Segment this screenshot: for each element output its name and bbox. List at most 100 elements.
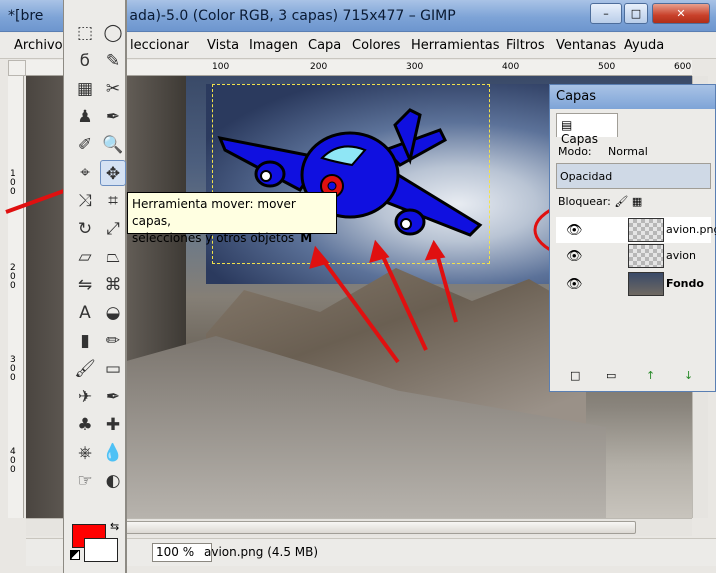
paintbrush-icon[interactable]: 🖌 bbox=[72, 356, 98, 382]
layer-thumbnail bbox=[628, 244, 664, 268]
magnify-icon[interactable]: 🔍 bbox=[100, 132, 126, 158]
menu-filtros[interactable]: Filtros bbox=[506, 38, 545, 53]
hruler-tick: 600 bbox=[674, 62, 692, 72]
opacity-slider[interactable]: Opacidad bbox=[556, 163, 711, 189]
layers-dialog: Capas ▤ Capas Modo: Normal Opacidad Bloq… bbox=[549, 84, 716, 392]
scroll-thumb[interactable] bbox=[116, 521, 636, 534]
background-color-swatch[interactable] bbox=[84, 538, 118, 562]
layer-thumbnail bbox=[628, 218, 664, 242]
layers-dialog-title: Capas bbox=[550, 85, 715, 109]
perspective-clone-icon[interactable]: ⎈ bbox=[72, 440, 98, 466]
tooltip-line-1: Herramienta mover: mover capas, bbox=[132, 197, 296, 228]
menu-vista[interactable]: Vista bbox=[207, 38, 239, 53]
cage-icon[interactable]: ⌘ bbox=[100, 272, 126, 298]
menu-capa[interactable]: Capa bbox=[308, 38, 341, 53]
measure-icon[interactable]: ⌖ bbox=[72, 160, 98, 186]
lock-label: Bloquear: bbox=[558, 195, 611, 208]
menu-archivo[interactable]: Archivo bbox=[14, 38, 63, 53]
vruler-tick: 200 bbox=[10, 263, 16, 291]
free-select-icon[interactable]: ϭ bbox=[72, 48, 98, 74]
hruler-tick: 200 bbox=[310, 62, 328, 72]
heal-icon[interactable]: ✚ bbox=[100, 412, 126, 438]
ruler-corner[interactable] bbox=[8, 60, 26, 76]
smudge-icon[interactable]: ☞ bbox=[72, 468, 98, 494]
hruler-tick: 500 bbox=[598, 62, 616, 72]
dodge-burn-icon[interactable]: ◐ bbox=[100, 468, 126, 494]
title-part-1: *[bre bbox=[8, 8, 44, 24]
layer-name: avion bbox=[666, 249, 697, 262]
mode-label: Modo: bbox=[558, 145, 592, 158]
hruler-tick: 100 bbox=[212, 62, 230, 72]
scale-icon[interactable]: ⤢ bbox=[100, 216, 126, 242]
rect-select-icon[interactable]: ⬚ bbox=[72, 20, 98, 46]
layer-row[interactable]: 👁 avion bbox=[556, 243, 711, 269]
close-button[interactable]: ✕ bbox=[652, 3, 710, 24]
lock-pixels-icon[interactable]: 🖌 bbox=[614, 195, 628, 208]
lock-alpha-icon[interactable]: ▦ bbox=[632, 195, 642, 208]
layers-buttons: □ ▭ ↑ ↓ bbox=[556, 369, 711, 387]
menu-colores[interactable]: Colores bbox=[352, 38, 400, 53]
raise-layer-button[interactable]: ↑ bbox=[646, 369, 655, 382]
align-icon[interactable]: ⤨ bbox=[72, 188, 98, 214]
ellipse-select-icon[interactable]: ◯ bbox=[100, 20, 126, 46]
lock-row: Bloquear: 🖌 ▦ bbox=[558, 195, 642, 208]
foreground-select-icon[interactable]: ♟ bbox=[72, 104, 98, 130]
tab-capas[interactable]: ▤ Capas bbox=[556, 113, 618, 146]
shear-icon[interactable]: ▱ bbox=[72, 244, 98, 270]
move-icon[interactable]: ✥ bbox=[100, 160, 126, 186]
layer-name: Fondo bbox=[666, 277, 704, 290]
zoom-select[interactable]: 100 % bbox=[152, 543, 212, 562]
menu-herramientas[interactable]: Herramientas bbox=[411, 38, 500, 53]
menu-ayuda[interactable]: Ayuda bbox=[624, 38, 664, 53]
toolbox: ⬚ ◯ ϭ ✎ ▦ ✂ ♟ ✒ ✐ 🔍 ⌖ ✥ ⤨ ⌗ ↻ ⤢ ▱ ⏢ ⇋ ⌘ A ◒ ▮ ✏ 🖌 ▭ ✈ ✒ ♣ ✚ ⎈ 💧 ☞ ◐ ⇆ bbox=[63, 0, 127, 573]
menu-imagen[interactable]: Imagen bbox=[249, 38, 298, 53]
tooltip-line-2-text: selecciones y otros objetos bbox=[132, 231, 295, 245]
paths-icon[interactable]: ✒ bbox=[100, 104, 126, 130]
move-tool-tooltip: Herramienta mover: mover capas, seleccio… bbox=[127, 192, 337, 245]
clone-icon[interactable]: ♣ bbox=[72, 412, 98, 438]
text-icon[interactable]: A bbox=[72, 300, 98, 326]
menu-seleccionar[interactable]: leccionar bbox=[130, 38, 189, 53]
bucket-fill-icon[interactable]: ◒ bbox=[100, 300, 126, 326]
vruler-tick: 400 bbox=[10, 447, 16, 475]
visibility-eye-icon[interactable]: 👁 bbox=[566, 277, 583, 292]
layer-thumbnail bbox=[628, 272, 664, 296]
tooltip-shortcut: M bbox=[300, 231, 313, 245]
perspective-icon[interactable]: ⏢ bbox=[100, 244, 126, 270]
color-picker-icon[interactable]: ✐ bbox=[72, 132, 98, 158]
tooltip-line-2: selecciones y otros objetos M bbox=[132, 230, 332, 247]
hruler-tick: 400 bbox=[502, 62, 520, 72]
vruler-tick: 100 bbox=[10, 169, 16, 197]
vertical-ruler[interactable]: 100 200 300 400 bbox=[8, 76, 24, 518]
blend-icon[interactable]: ▮ bbox=[72, 328, 98, 354]
new-layer-button[interactable]: □ bbox=[570, 369, 580, 382]
maximize-button[interactable]: □ bbox=[624, 3, 648, 24]
ink-icon[interactable]: ✒ bbox=[100, 384, 126, 410]
lower-layer-button[interactable]: ↓ bbox=[684, 369, 693, 382]
status-text: avion.png (4.5 MB) bbox=[204, 545, 319, 559]
menu-ventanas[interactable]: Ventanas bbox=[556, 38, 616, 53]
blur-icon[interactable]: 💧 bbox=[100, 440, 126, 466]
rotate-icon[interactable]: ↻ bbox=[72, 216, 98, 242]
reset-colors-icon[interactable] bbox=[70, 550, 80, 560]
crop-icon[interactable]: ⌗ bbox=[100, 188, 126, 214]
layer-row[interactable]: 👁 Fondo bbox=[556, 271, 711, 297]
airbrush-icon[interactable]: ✈ bbox=[72, 384, 98, 410]
new-group-button[interactable]: ▭ bbox=[606, 369, 616, 382]
swap-colors-icon[interactable]: ⇆ bbox=[110, 520, 119, 533]
fuzzy-select-icon[interactable]: ✎ bbox=[100, 48, 126, 74]
mode-select[interactable]: Normal bbox=[608, 145, 648, 158]
visibility-eye-icon[interactable]: 👁 bbox=[566, 223, 583, 238]
visibility-eye-icon[interactable]: 👁 bbox=[566, 249, 583, 264]
select-by-color-icon[interactable]: ▦ bbox=[72, 76, 98, 102]
minimize-button[interactable]: – bbox=[590, 3, 622, 24]
vruler-tick: 300 bbox=[10, 355, 16, 383]
layers-tab-label: Capas bbox=[561, 132, 598, 146]
title-part-2: ada)-5.0 (Color RGB, 3 capas) 715x477 – … bbox=[129, 8, 456, 24]
pencil-icon[interactable]: ✏ bbox=[100, 328, 126, 354]
eraser-icon[interactable]: ▭ bbox=[100, 356, 126, 382]
layer-row[interactable]: 👁 avion.png bbox=[556, 217, 716, 243]
status-bar: 100 % avion.png (4.5 MB) bbox=[26, 538, 716, 566]
flip-icon[interactable]: ⇋ bbox=[72, 272, 98, 298]
scissors-icon[interactable]: ✂ bbox=[100, 76, 126, 102]
